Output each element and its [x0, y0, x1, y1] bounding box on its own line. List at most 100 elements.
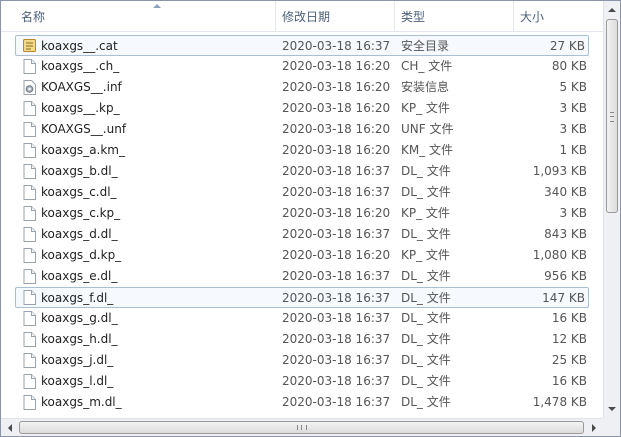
file-size: 16 KB	[551, 311, 587, 325]
file-date: 2020-03-18 16:37	[282, 164, 391, 178]
file-icon	[23, 101, 36, 116]
file-date: 2020-03-18 16:37	[282, 269, 391, 283]
file-name: koaxgs_c.kp_	[41, 206, 121, 220]
file-type: KP_ 文件	[401, 206, 450, 220]
arrow-right-icon	[592, 424, 596, 432]
file-type: CH_ 文件	[401, 59, 453, 73]
file-row[interactable]: koaxgs__.cat 2020-03-18 16:37 安全目录 27 KB	[15, 35, 589, 56]
file-type: DL_ 文件	[401, 185, 451, 199]
file-row[interactable]: koaxgs_m.dl_ 2020-03-18 16:37 DL_ 文件 1,478 …	[1, 392, 603, 413]
file-row[interactable]: koaxgs_d.dl_ 2020-03-18 16:37 DL_ 文件 843 KB	[1, 224, 603, 245]
file-row[interactable]: koaxgs__.ch_ 2020-03-18 16:20 CH_ 文件 80 KB	[1, 56, 603, 77]
file-row[interactable]: KOAXGS__.inf 2020-03-18 16:20 安装信息 5 KB	[1, 77, 603, 98]
file-icon	[23, 311, 36, 326]
file-row[interactable]: koaxgs_a.km_ 2020-03-18 16:20 KM_ 文件 1 KB	[1, 140, 603, 161]
file-name: koaxgs_g.dl_	[41, 311, 118, 325]
file-size: 340 KB	[544, 185, 587, 199]
file-name: koaxgs_b.dl_	[41, 164, 118, 178]
file-name: koaxgs__.kp_	[41, 101, 120, 115]
scroll-left-button[interactable]	[2, 420, 18, 435]
arrow-left-icon	[8, 424, 12, 432]
file-row[interactable]: koaxgs_j.dl_ 2020-03-18 16:37 DL_ 文件 25 KB	[1, 350, 603, 371]
file-icon	[23, 143, 36, 158]
file-list-view: 名称 修改日期 类型 大小 koaxgs__.cat 2020-03-18 16:…	[0, 0, 621, 437]
file-name: koaxgs_d.kp_	[41, 248, 122, 262]
file-name: koaxgs__.ch_	[41, 59, 120, 73]
security-catalog-icon	[23, 38, 36, 53]
file-type: DL_ 文件	[401, 311, 451, 325]
file-icon	[23, 332, 36, 347]
file-type: DL_ 文件	[401, 332, 451, 346]
scrollbar-corner	[603, 418, 620, 436]
file-name: koaxgs_a.km_	[41, 143, 125, 157]
column-header-type[interactable]: 类型	[394, 1, 513, 31]
file-name: koaxgs_l.dl_	[41, 374, 114, 388]
file-size: 3 KB	[559, 122, 587, 136]
file-date: 2020-03-18 16:20	[282, 206, 391, 220]
horizontal-scroll-thumb[interactable]	[19, 421, 584, 434]
file-row[interactable]: koaxgs_e.dl_ 2020-03-18 16:37 DL_ 文件 956 KB	[1, 266, 603, 287]
scroll-right-button[interactable]	[586, 420, 602, 435]
file-row[interactable]: koaxgs_g.dl_ 2020-03-18 16:37 DL_ 文件 16 KB	[1, 308, 603, 329]
file-row[interactable]: koaxgs_c.dl_ 2020-03-18 16:37 DL_ 文件 340 KB	[1, 182, 603, 203]
file-name: koaxgs_e.dl_	[41, 269, 118, 283]
file-date: 2020-03-18 16:37	[282, 332, 391, 346]
file-row[interactable]: koaxgs_d.kp_ 2020-03-18 16:20 KP_ 文件 1,080 …	[1, 245, 603, 266]
column-header-type-label: 类型	[401, 10, 426, 24]
file-row[interactable]: KOAXGS__.unf 2020-03-18 16:20 UNF 文件 3 KB	[1, 119, 603, 140]
file-date: 2020-03-18 16:37	[282, 395, 391, 409]
file-size: 843 KB	[544, 227, 587, 241]
column-header-name-label: 名称	[21, 10, 46, 24]
file-size: 1,478 KB	[532, 395, 587, 409]
scroll-up-button[interactable]	[605, 2, 619, 18]
file-icon	[23, 248, 36, 263]
file-size: 3 KB	[559, 206, 587, 220]
grip-icon	[610, 112, 614, 122]
file-row[interactable]: koaxgs__.kp_ 2020-03-18 16:20 KP_ 文件 3 KB	[1, 98, 603, 119]
file-type: DL_ 文件	[401, 395, 451, 409]
file-size: 147 KB	[542, 291, 585, 305]
file-name: koaxgs_h.dl_	[41, 332, 118, 346]
file-row[interactable]: koaxgs_b.dl_ 2020-03-18 16:37 DL_ 文件 1,093 …	[1, 161, 603, 182]
column-header-bar: 名称 修改日期 类型 大小	[1, 1, 603, 32]
file-size: 16 KB	[551, 374, 587, 388]
file-size: 1,080 KB	[532, 248, 587, 262]
file-type: DL_ 文件	[401, 353, 451, 367]
column-header-date-label: 修改日期	[282, 10, 331, 24]
file-type: KP_ 文件	[401, 248, 450, 262]
file-type: UNF 文件	[401, 122, 454, 136]
file-row[interactable]: koaxgs_h.dl_ 2020-03-18 16:37 DL_ 文件 12 KB	[1, 329, 603, 350]
file-row[interactable]: koaxgs_f.dl_ 2020-03-18 16:37 DL_ 文件 147 KB	[15, 287, 589, 308]
column-header-size-label: 大小	[520, 10, 545, 24]
file-size: 1,093 KB	[532, 164, 587, 178]
file-type: DL_ 文件	[401, 164, 451, 178]
file-date: 2020-03-18 16:37	[282, 185, 391, 199]
vertical-scrollbar[interactable]	[603, 1, 620, 418]
file-icon	[23, 353, 36, 368]
column-header-date[interactable]: 修改日期	[275, 1, 394, 31]
file-name: koaxgs_c.dl_	[41, 185, 117, 199]
file-type: 安全目录	[401, 39, 450, 53]
file-date: 2020-03-18 16:37	[282, 374, 391, 388]
file-row[interactable]: koaxgs_l.dl_ 2020-03-18 16:37 DL_ 文件 16 KB	[1, 371, 603, 392]
file-row[interactable]: koaxgs_c.kp_ 2020-03-18 16:20 KP_ 文件 3 KB	[1, 203, 603, 224]
file-name: KOAXGS__.unf	[41, 122, 127, 136]
file-icon	[23, 227, 36, 242]
column-header-size[interactable]: 大小	[513, 1, 603, 31]
column-header-name[interactable]: 名称	[15, 1, 275, 31]
file-icon	[23, 164, 36, 179]
file-icon	[23, 269, 36, 284]
vertical-scroll-thumb[interactable]	[606, 19, 618, 213]
file-date: 2020-03-18 16:20	[282, 101, 391, 115]
scroll-down-button[interactable]	[605, 401, 619, 417]
setup-info-icon	[23, 80, 36, 95]
file-rows: koaxgs__.cat 2020-03-18 16:37 安全目录 27 KB koa…	[1, 35, 603, 413]
file-type: DL_ 文件	[401, 374, 451, 388]
file-type: DL_ 文件	[401, 227, 451, 241]
file-icon	[23, 206, 36, 221]
file-type: DL_ 文件	[401, 291, 451, 305]
file-date: 2020-03-18 16:37	[282, 227, 391, 241]
sort-ascending-icon	[153, 4, 161, 8]
horizontal-scrollbar[interactable]	[1, 418, 603, 436]
grip-icon	[297, 425, 307, 430]
